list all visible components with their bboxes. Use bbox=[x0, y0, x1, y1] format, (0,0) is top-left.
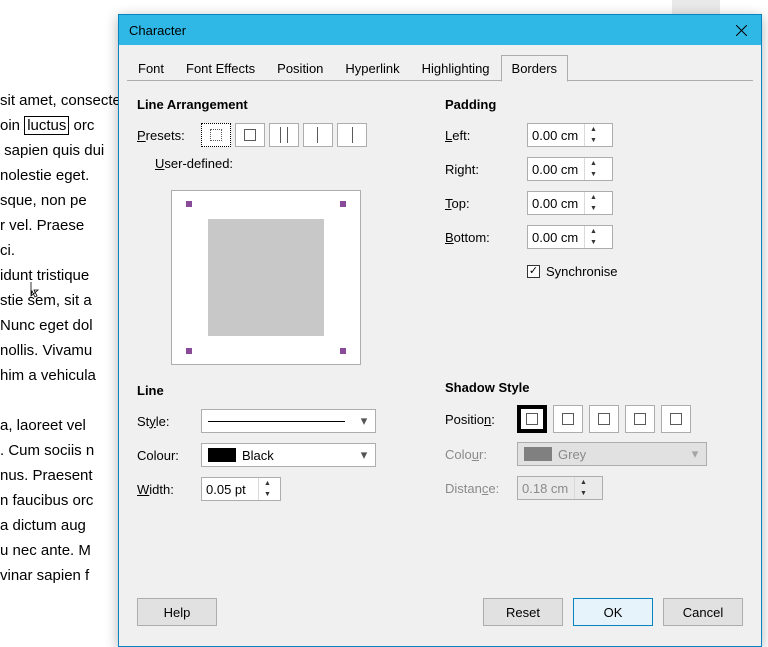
tab-font[interactable]: Font bbox=[127, 55, 175, 81]
spin-up: ▲ bbox=[574, 477, 592, 488]
colour-swatch-black bbox=[208, 448, 236, 462]
tab-highlighting[interactable]: Highlighting bbox=[411, 55, 501, 81]
help-button[interactable]: Help bbox=[137, 598, 217, 626]
shadow-top-left[interactable] bbox=[661, 405, 691, 433]
padding-right-input[interactable] bbox=[528, 158, 584, 180]
spin-down[interactable]: ▼ bbox=[584, 203, 602, 214]
tab-strip: Font Font Effects Position Hyperlink Hig… bbox=[119, 45, 761, 81]
spin-down[interactable]: ▼ bbox=[258, 489, 276, 500]
close-icon bbox=[736, 25, 747, 36]
line-colour-value: Black bbox=[242, 448, 274, 463]
chevron-down-icon: ▾ bbox=[353, 410, 375, 432]
spin-down[interactable]: ▼ bbox=[584, 237, 602, 248]
padding-top-spin[interactable]: ▲▼ bbox=[527, 191, 613, 215]
shadow-bottom-right[interactable] bbox=[553, 405, 583, 433]
padding-bottom-spin[interactable]: ▲▼ bbox=[527, 225, 613, 249]
shadow-none[interactable] bbox=[517, 405, 547, 433]
line-width-spin[interactable]: ▲▼ bbox=[201, 477, 281, 501]
chevron-down-icon: ▾ bbox=[684, 443, 706, 465]
spin-down[interactable]: ▼ bbox=[584, 135, 602, 146]
width-label: Width: bbox=[137, 482, 201, 497]
tab-borders[interactable]: Borders bbox=[501, 55, 569, 82]
shadow-colour-label: Colour: bbox=[445, 447, 517, 462]
presets-label: Presets: bbox=[137, 128, 201, 143]
preset-left-right[interactable] bbox=[269, 123, 299, 147]
padding-left-label: Left: bbox=[445, 128, 527, 143]
section-line-arrangement: Line Arrangement bbox=[137, 97, 427, 112]
border-presets bbox=[201, 123, 367, 147]
shadow-distance-input bbox=[518, 477, 574, 499]
spin-down: ▼ bbox=[574, 488, 592, 499]
spin-up[interactable]: ▲ bbox=[584, 158, 602, 169]
titlebar[interactable]: Character bbox=[119, 15, 761, 45]
checkbox-box: ✓ bbox=[527, 265, 540, 278]
shadow-distance-spin: ▲▼ bbox=[517, 476, 603, 500]
reset-button[interactable]: Reset bbox=[483, 598, 563, 626]
padding-right-spin[interactable]: ▲▼ bbox=[527, 157, 613, 181]
preset-right[interactable] bbox=[337, 123, 367, 147]
preset-left[interactable] bbox=[303, 123, 333, 147]
dialog-button-bar: Help Reset OK Cancel bbox=[119, 584, 761, 646]
padding-right-label: Right: bbox=[445, 162, 527, 177]
shadow-bottom-left[interactable] bbox=[625, 405, 655, 433]
line-style-dropdown[interactable]: ▾ bbox=[201, 409, 376, 433]
line-width-input[interactable] bbox=[202, 478, 258, 500]
style-label: Style: bbox=[137, 414, 201, 429]
padding-bottom-label: Bottom: bbox=[445, 230, 527, 245]
dialog-body: Line Arrangement Presets: User-defined: bbox=[119, 81, 761, 510]
preset-box[interactable] bbox=[235, 123, 265, 147]
padding-bottom-input[interactable] bbox=[528, 226, 584, 248]
chevron-down-icon: ▾ bbox=[353, 444, 375, 466]
synchronise-checkbox[interactable]: ✓ Synchronise bbox=[527, 264, 618, 279]
shadow-position-label: Position: bbox=[445, 412, 517, 427]
spin-up[interactable]: ▲ bbox=[258, 478, 276, 489]
spin-up[interactable]: ▲ bbox=[584, 226, 602, 237]
shadow-colour-dropdown: Grey ▾ bbox=[517, 442, 707, 466]
colour-label: Colour: bbox=[137, 448, 201, 463]
padding-left-input[interactable] bbox=[528, 124, 584, 146]
close-button[interactable] bbox=[721, 15, 761, 45]
section-padding: Padding bbox=[445, 97, 743, 112]
shadow-colour-value: Grey bbox=[558, 447, 586, 462]
preset-none[interactable] bbox=[201, 123, 231, 147]
shadow-position-group bbox=[517, 405, 691, 433]
spin-up[interactable]: ▲ bbox=[584, 192, 602, 203]
cancel-button[interactable]: Cancel bbox=[663, 598, 743, 626]
border-preview[interactable] bbox=[171, 190, 361, 365]
ok-button[interactable]: OK bbox=[573, 598, 653, 626]
padding-top-input[interactable] bbox=[528, 192, 584, 214]
selected-word: luctus bbox=[24, 116, 69, 135]
tab-hyperlink[interactable]: Hyperlink bbox=[334, 55, 410, 81]
section-line: Line bbox=[137, 383, 427, 398]
tab-font-effects[interactable]: Font Effects bbox=[175, 55, 266, 81]
character-dialog: Character Font Font Effects Position Hyp… bbox=[118, 14, 762, 647]
spin-up[interactable]: ▲ bbox=[584, 124, 602, 135]
shadow-top-right[interactable] bbox=[589, 405, 619, 433]
line-colour-dropdown[interactable]: Black ▾ bbox=[201, 443, 376, 467]
synchronise-label: Synchronise bbox=[546, 264, 618, 279]
padding-left-spin[interactable]: ▲▼ bbox=[527, 123, 613, 147]
user-defined-label: User-defined: bbox=[155, 156, 427, 171]
shadow-distance-label: Distance: bbox=[445, 481, 517, 496]
spin-down[interactable]: ▼ bbox=[584, 169, 602, 180]
colour-swatch-grey bbox=[524, 447, 552, 461]
tab-position[interactable]: Position bbox=[266, 55, 334, 81]
dialog-title: Character bbox=[129, 23, 721, 38]
padding-top-label: Top: bbox=[445, 196, 527, 211]
line-style-sample bbox=[208, 421, 345, 422]
section-shadow: Shadow Style bbox=[445, 380, 743, 395]
